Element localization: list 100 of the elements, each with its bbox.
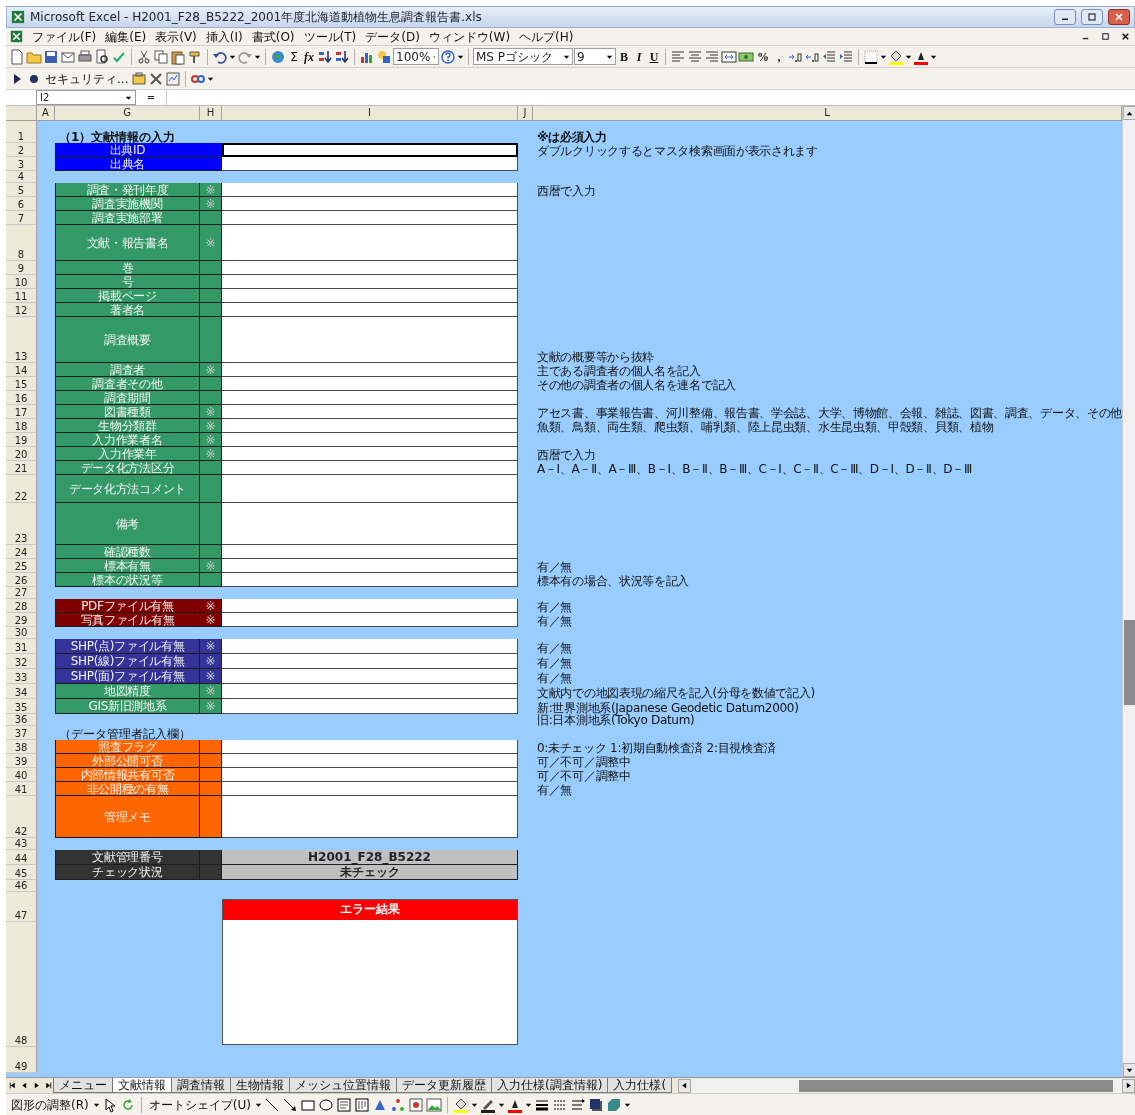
- row-header[interactable]: 41: [6, 782, 37, 796]
- row-header[interactable]: 7: [6, 211, 37, 225]
- font-size-field[interactable]: 9: [574, 48, 616, 65]
- paste-icon[interactable]: [170, 48, 186, 65]
- security-button[interactable]: セキュリティ...: [43, 69, 131, 88]
- fill-color-icon[interactable]: [452, 1096, 469, 1113]
- input-cell[interactable]: [222, 669, 518, 684]
- row-header[interactable]: 9: [6, 261, 37, 275]
- printer-icon[interactable]: [77, 48, 93, 65]
- row-header[interactable]: 40: [6, 768, 37, 782]
- row-header[interactable]: 13: [6, 317, 37, 363]
- input-cell[interactable]: [222, 559, 518, 573]
- sheet-tab[interactable]: 調査情報: [171, 1078, 231, 1093]
- percent-button[interactable]: %: [755, 47, 771, 66]
- column-header[interactable]: A: [37, 106, 55, 121]
- sheet-tab[interactable]: 生物情報: [230, 1078, 290, 1093]
- menu-item[interactable]: ファイル(F): [32, 30, 97, 43]
- menu-item[interactable]: データ(D): [365, 30, 420, 43]
- toolbox-icon[interactable]: [131, 70, 148, 87]
- input-cell[interactable]: [222, 503, 518, 545]
- scrollbar-thumb[interactable]: [798, 1079, 1114, 1092]
- merge-cells-icon[interactable]: [721, 48, 737, 65]
- input-cell[interactable]: [222, 261, 518, 275]
- input-cell[interactable]: [222, 391, 518, 405]
- row-header[interactable]: 8: [6, 225, 37, 261]
- row-header[interactable]: 26: [6, 573, 37, 587]
- row-header[interactable]: 10: [6, 275, 37, 289]
- input-cell[interactable]: [222, 545, 518, 559]
- copy-icon[interactable]: [153, 48, 169, 65]
- row-header[interactable]: 28: [6, 599, 37, 613]
- globe-icon[interactable]: [270, 48, 286, 65]
- new-document-icon[interactable]: [9, 48, 25, 65]
- input-cell[interactable]: [222, 573, 518, 587]
- input-cell[interactable]: [222, 225, 518, 261]
- row-header[interactable]: 37: [6, 726, 37, 740]
- row-header[interactable]: 31: [6, 639, 37, 654]
- row-header[interactable]: 33: [6, 669, 37, 684]
- maximize-button[interactable]: [1081, 9, 1103, 25]
- row-header[interactable]: 42: [6, 796, 37, 838]
- row-header[interactable]: 47: [6, 892, 37, 922]
- comma-button[interactable]: ,: [772, 47, 786, 66]
- name-box[interactable]: I2: [36, 90, 136, 105]
- row-header[interactable]: 5: [6, 183, 37, 197]
- input-cell[interactable]: [222, 377, 518, 391]
- menu-item[interactable]: ツール(T): [303, 30, 357, 43]
- input-cell[interactable]: [222, 157, 518, 171]
- draw-menu-button[interactable]: 図形の調整(R): [9, 1095, 91, 1114]
- row-header[interactable]: 12: [6, 303, 37, 317]
- row-header[interactable]: 24: [6, 545, 37, 559]
- row-header[interactable]: 29: [6, 613, 37, 627]
- row-header[interactable]: 18: [6, 419, 37, 433]
- menu-item[interactable]: 表示(V): [155, 30, 197, 43]
- autoshapes-button[interactable]: オートシェイプ(U): [146, 1095, 253, 1114]
- print-preview-icon[interactable]: [94, 48, 110, 65]
- input-cell[interactable]: [222, 599, 518, 613]
- sheet-tab[interactable]: 入力仕様(調査情報): [491, 1078, 609, 1093]
- input-cell[interactable]: [222, 317, 518, 363]
- align-center-icon[interactable]: [687, 48, 703, 65]
- menu-item[interactable]: ウィンドウ(W): [428, 30, 511, 43]
- row-header[interactable]: 21: [6, 461, 37, 475]
- input-cell[interactable]: [222, 461, 518, 475]
- paintbrush-icon[interactable]: [187, 48, 203, 65]
- input-cell[interactable]: [222, 639, 518, 654]
- row-header[interactable]: 4: [6, 171, 37, 183]
- row-header[interactable]: 17: [6, 405, 37, 419]
- formula-equals[interactable]: =: [136, 92, 166, 103]
- row-header[interactable]: 38: [6, 740, 37, 754]
- input-cell[interactable]: [222, 740, 518, 754]
- column-header[interactable]: L: [533, 106, 1122, 121]
- row-header[interactable]: 6: [6, 197, 37, 211]
- workbook-icon[interactable]: [10, 30, 23, 43]
- ellipse-icon[interactable]: [317, 1096, 334, 1113]
- 3d-icon[interactable]: [605, 1096, 622, 1113]
- sum-button[interactable]: Σ: [287, 47, 301, 66]
- menu-item[interactable]: ヘルプ(H): [519, 30, 574, 43]
- input-cell[interactable]: [222, 654, 518, 669]
- row-header[interactable]: 16: [6, 391, 37, 405]
- input-cell[interactable]: [222, 433, 518, 447]
- row-header[interactable]: 27: [6, 587, 37, 599]
- row-header[interactable]: 44: [6, 850, 37, 865]
- row-header[interactable]: 36: [6, 714, 37, 726]
- row-header[interactable]: 1: [6, 121, 37, 143]
- input-cell[interactable]: [222, 699, 518, 714]
- input-cell[interactable]: [222, 197, 518, 211]
- drawing-icon[interactable]: [376, 48, 392, 65]
- input-cell[interactable]: [222, 796, 518, 838]
- input-cell[interactable]: [222, 475, 518, 503]
- row-header[interactable]: 3: [6, 157, 37, 171]
- sheet-tab[interactable]: メニュー: [53, 1078, 113, 1093]
- last-sheet-icon[interactable]: [43, 1081, 53, 1090]
- italic-button[interactable]: I: [632, 47, 646, 66]
- shadow-icon[interactable]: [587, 1096, 604, 1113]
- restore-icon[interactable]: [1100, 31, 1111, 42]
- row-header[interactable]: 14: [6, 363, 37, 377]
- diagram-icon[interactable]: [389, 1096, 406, 1113]
- row-header[interactable]: 45: [6, 865, 37, 880]
- menu-item[interactable]: 書式(O): [251, 30, 295, 43]
- input-cell[interactable]: [222, 405, 518, 419]
- fill-color-icon[interactable]: [888, 48, 904, 65]
- row-header[interactable]: 43: [6, 838, 37, 850]
